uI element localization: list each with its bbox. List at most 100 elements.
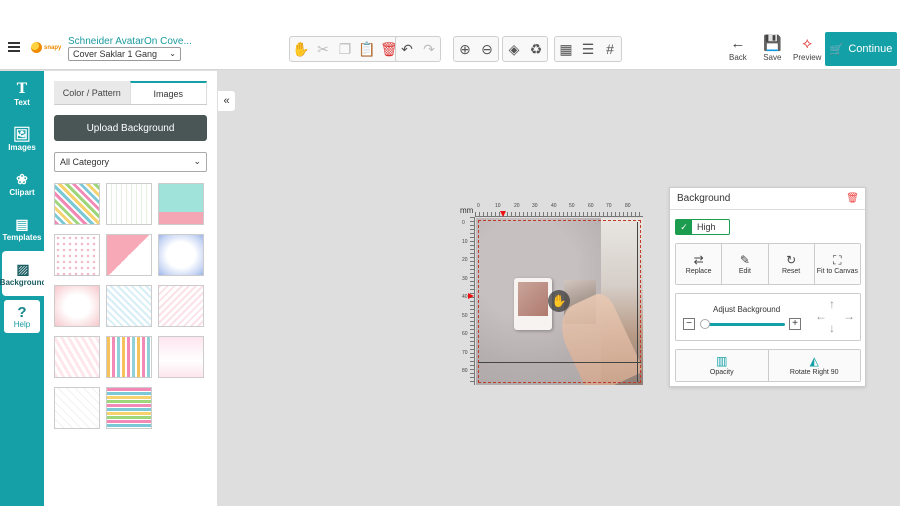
category-select[interactable]: All Category ⌄	[54, 152, 207, 172]
arrow-left-icon: ←	[730, 35, 746, 52]
background-side-panel: Color / Pattern Images Upload Background…	[44, 71, 218, 506]
guide-toolgroup: ▦ ☰ #	[554, 36, 622, 62]
safe-area-line	[478, 362, 641, 363]
scale-slider-track[interactable]	[703, 323, 785, 326]
background-thumbnail[interactable]	[158, 234, 204, 276]
ruler-tick: 70	[606, 203, 612, 209]
ruler-tick: 50	[569, 203, 575, 209]
opacity-icon: ▥	[716, 354, 728, 368]
cart-icon: 🛒	[829, 43, 844, 56]
background-thumbnail[interactable]	[54, 234, 100, 276]
background-properties-panel: Background 🗑 ✓ High ⇄ Replace ✎ Edit ↻ R…	[669, 187, 866, 387]
background-thumbnail[interactable]	[158, 336, 204, 378]
background-thumbnail[interactable]	[158, 183, 204, 225]
rail-item-templates[interactable]: ▤ Templates	[0, 206, 44, 251]
background-thumbnail[interactable]	[106, 387, 152, 429]
rail-item-text[interactable]: T Text	[0, 71, 44, 116]
ruler-tick: 30	[462, 276, 468, 282]
zoom-plus-button[interactable]: +	[789, 318, 801, 330]
recycle-icon[interactable]: ♻	[525, 37, 547, 61]
ruler-tick: 20	[462, 257, 468, 263]
fit-to-canvas-button[interactable]: ⛶ Fit to Canvas	[814, 244, 860, 284]
zoom-minus-button[interactable]: −	[683, 318, 695, 330]
background-thumbnail[interactable]	[106, 234, 152, 276]
chevron-down-icon: ⌄	[169, 49, 176, 58]
background-thumbnail[interactable]	[54, 336, 100, 378]
product-title[interactable]: Schneider AvatarOn Cove...	[68, 36, 192, 47]
layer-toolgroup: ◈ ♻	[502, 36, 548, 62]
ruler-marker-vertical[interactable]	[468, 293, 474, 299]
save-button[interactable]: 💾 Save	[763, 36, 782, 63]
opacity-button[interactable]: ▥ Opacity	[676, 350, 769, 381]
rail-item-clipart[interactable]: ❀ Clipart	[0, 161, 44, 206]
arrow-up-icon[interactable]: ↑	[829, 297, 835, 311]
pdf-icon: ⟡	[802, 35, 813, 52]
quality-label: High	[697, 222, 716, 232]
rotate-icon: ◭	[809, 354, 819, 368]
arrow-left-icon[interactable]: ←	[815, 309, 827, 323]
replace-button[interactable]: ⇄ Replace	[676, 244, 723, 284]
undo-icon[interactable]: ↶	[396, 37, 418, 61]
zoom-out-icon[interactable]: ⊖	[476, 37, 498, 61]
chevron-down-icon: ⌄	[193, 156, 201, 166]
menu-icon[interactable]	[8, 42, 20, 52]
preview-button[interactable]: ⟡ Preview	[793, 35, 821, 63]
ruler-tick: 10	[462, 239, 468, 245]
background-thumbnail[interactable]	[106, 336, 152, 378]
tab-color-pattern[interactable]: Color / Pattern	[54, 81, 130, 104]
tab-images[interactable]: Images	[129, 81, 207, 104]
rail-item-background[interactable]: ▨ Background	[0, 251, 47, 296]
product-select-value: Cover Saklar 1 Gang	[73, 49, 158, 59]
background-bottom-actions: ▥ Opacity ◭ Rotate Right 90	[675, 349, 861, 382]
panel-title: Background	[677, 193, 731, 204]
upload-background-button[interactable]: Upload Background	[54, 115, 207, 141]
align-icon[interactable]: ☰	[577, 37, 599, 61]
arrow-right-icon[interactable]: →	[843, 309, 855, 323]
ruler-tick: 40	[551, 203, 557, 209]
background-thumbnail[interactable]	[54, 183, 100, 225]
background-thumbnail[interactable]	[54, 387, 100, 429]
background-icon: ▨	[16, 260, 30, 277]
rail-item-label: Background	[0, 277, 47, 287]
grid-icon[interactable]: ▦	[555, 37, 577, 61]
rail-item-images[interactable]: 🖼 Images	[0, 116, 44, 161]
rotate-right-button[interactable]: ◭ Rotate Right 90	[768, 350, 860, 381]
adjust-label: Adjust Background	[713, 305, 781, 314]
guides-icon[interactable]: #	[599, 37, 621, 61]
rail-item-label: Templates	[2, 232, 42, 242]
product-select[interactable]: Cover Saklar 1 Gang ⌄	[68, 47, 181, 61]
trash-icon[interactable]: 🗑	[846, 193, 859, 204]
background-thumbnail[interactable]	[54, 285, 100, 327]
cut-icon[interactable]: ✂	[312, 37, 334, 61]
background-thumbnail[interactable]	[158, 285, 204, 327]
ruler-tick: 0	[462, 220, 465, 226]
redo-icon[interactable]: ↷	[418, 37, 440, 61]
ruler-tick: 60	[462, 331, 468, 337]
layers-icon[interactable]: ◈	[503, 37, 525, 61]
continue-button[interactable]: 🛒 Continue	[825, 32, 897, 66]
move-hand-icon[interactable]: ✋	[548, 290, 570, 312]
edit-button[interactable]: ✎ Edit	[722, 244, 769, 284]
copy-icon[interactable]: ❐	[334, 37, 356, 61]
hand-icon[interactable]: ✋	[290, 37, 312, 61]
replace-icon: ⇄	[693, 252, 704, 267]
image-icon: 🖼	[13, 125, 31, 142]
reset-icon: ↻	[786, 252, 797, 267]
ruler-tick: 40	[462, 294, 468, 300]
paste-icon[interactable]: 📋	[356, 37, 378, 61]
opacity-label: Opacity	[709, 369, 734, 376]
zoom-in-icon[interactable]: ⊕	[454, 37, 476, 61]
scale-slider-handle[interactable]	[700, 319, 710, 329]
arrow-down-icon[interactable]: ↓	[829, 321, 835, 335]
ruler-tick: 80	[625, 203, 631, 209]
ruler-marker-horizontal[interactable]	[500, 211, 506, 217]
zoom-toolgroup: ⊕ ⊖	[453, 36, 499, 62]
collapse-panel-button[interactable]: «	[218, 91, 235, 111]
help-icon: ?	[17, 303, 27, 321]
background-thumbnail[interactable]	[106, 285, 152, 327]
reset-button[interactable]: ↻ Reset	[768, 244, 815, 284]
background-thumbnail[interactable]	[106, 183, 152, 225]
text-icon: T	[16, 80, 28, 97]
help-button[interactable]: ? Help	[4, 300, 40, 333]
back-button[interactable]: ← Back	[729, 35, 747, 63]
